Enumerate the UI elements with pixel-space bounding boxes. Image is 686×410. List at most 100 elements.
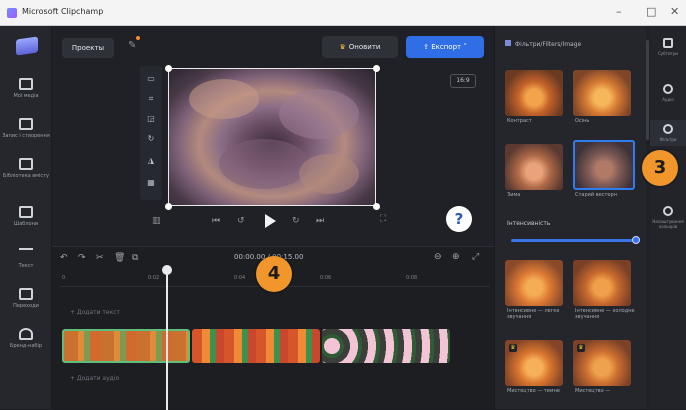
nav-text[interactable]: Текст [0,248,52,269]
aspect-ratio-button[interactable]: 16:9 [450,74,476,88]
audio-track-hint[interactable]: + Додати аудіо [70,375,119,382]
duplicate-icon[interactable]: ⧉ [132,253,138,263]
rb-filters[interactable]: Фільтри [650,120,686,146]
templates-icon [19,206,33,218]
filter-thumb-selected[interactable] [573,140,635,190]
filter-label: Мистецтво — [575,388,611,394]
resize-handle[interactable] [165,203,172,210]
panel-scrollbar[interactable] [646,40,649,140]
crown-icon: ♛ [339,43,346,51]
crop-icon[interactable]: ▭ [145,74,157,84]
rotate-icon[interactable]: ↻ [145,134,157,144]
intensity-label: Інтенсивність [507,220,551,227]
captions-icon [663,38,673,48]
filter-thumb[interactable] [505,70,563,116]
intensity-fill [511,239,637,242]
panel-header: Фільтри/Filters/Image [505,40,581,48]
ruler-label: 0:02 [148,275,160,281]
callout-marker-4: 4 [256,256,292,292]
chevron-down-icon: ˅ [461,43,467,51]
nav-content-library[interactable]: Бібліотека вмісту [0,158,52,179]
preview-detail [279,89,359,139]
help-button[interactable]: ? [446,206,472,232]
rewind-icon[interactable]: ↺ [237,216,245,226]
resize-handle[interactable] [165,65,172,72]
filter-thumb[interactable] [573,260,631,306]
library-icon [19,158,33,170]
playhead[interactable] [166,267,168,410]
ruler-label: 0:06 [320,275,332,281]
fit-timeline-icon[interactable]: ⤢ [472,252,479,262]
fullscreen-icon[interactable]: ⛶ [380,214,386,224]
pip-icon[interactable]: ◲ [145,114,157,124]
window-title: Microsoft Clipchamp [22,7,104,16]
filter-preview [505,70,563,116]
undo-icon[interactable]: ↶ [60,253,68,263]
filter-thumb[interactable] [505,144,563,190]
filter-thumb[interactable] [505,260,563,306]
split-icon[interactable]: ▥ [152,216,161,226]
minimize-button[interactable]: – [616,5,622,18]
app-icon [7,8,17,18]
video-clip[interactable] [62,329,190,363]
nav-record-create[interactable]: Запис і створення [0,118,52,139]
layout-icon[interactable]: ▦ [145,178,157,188]
video-clip[interactable] [192,329,320,363]
intensity-knob[interactable] [632,236,640,244]
rb-color-adjust[interactable]: Налаштування кольорів [650,206,686,229]
delete-icon[interactable]: 🗑 [114,253,125,263]
play-icon[interactable] [265,214,276,228]
clipchamp-logo-icon [16,36,38,56]
filter-label: Осінь [575,118,590,124]
filter-label: Інтенсивне — легке звучання [507,308,560,320]
video-preview[interactable] [168,68,376,206]
preview-tools: ▭ ⌗ ◲ ↻ ◮ ▦ [140,66,162,200]
filter-preview [505,144,563,190]
zoom-out-icon[interactable]: ⊖ [434,252,442,262]
nav-brand-kit[interactable]: Бренд-набір [0,328,52,349]
brand-kit-icon [19,328,33,340]
export-label: Експорт [431,43,462,51]
filters-icon [663,124,673,134]
zoom-in-icon[interactable]: ⊕ [452,252,460,262]
rb-captions[interactable]: Субтитри [650,38,686,56]
projects-button[interactable]: Проекты [62,38,114,58]
rb-audio[interactable]: Аудіо [650,84,686,102]
video-track [62,329,492,363]
upgrade-label: Оновити [348,43,381,51]
scissors-icon[interactable]: ✂ [96,253,104,263]
redo-icon[interactable]: ↷ [78,253,86,263]
nav-templates[interactable]: Шаблони [0,206,52,227]
rb-label: Субтитри [657,51,679,56]
skip-back-icon[interactable]: ⏮ [212,216,220,226]
ruler-label: 0:04 [234,275,246,281]
nav-my-media[interactable]: Мої медіа [0,78,52,99]
text-track-hint[interactable]: + Додати текст [70,309,120,316]
right-sidebar: Субтитри Аудіо Фільтри Налаштування коль… [650,26,686,409]
resize-handle[interactable] [373,65,380,72]
filter-thumb[interactable] [573,70,631,116]
fit-icon[interactable]: ⌗ [145,94,157,104]
intensity-slider[interactable] [511,236,640,244]
skip-forward-icon[interactable]: ⏭ [316,216,324,226]
callout-marker-3: 3 [642,150,678,186]
video-clip[interactable] [322,329,450,363]
export-button[interactable]: ⇪ Експорт ˅ [406,36,484,58]
filter-label: Інтенсивне — холодне звучання [575,308,635,320]
rb-label: Налаштування кольорів [652,219,684,229]
nav-label: Шаблони [13,221,39,227]
upgrade-button[interactable]: ♛ Оновити [322,36,398,58]
nav-transitions[interactable]: Переходи [0,288,52,309]
filter-label: Старий вестерн [575,192,617,198]
text-icon [19,248,33,260]
preview-detail [219,139,309,189]
preview-detail [299,154,359,194]
maximize-button[interactable]: □ [646,5,656,18]
ruler-label: 0 [62,275,66,281]
resize-handle[interactable] [373,203,380,210]
forward-icon[interactable]: ↻ [292,216,300,226]
left-sidebar: Мої медіа Запис і створення Бібліотека в… [0,26,52,409]
flip-icon[interactable]: ◮ [145,156,157,166]
close-button[interactable]: ✕ [670,5,679,18]
rename-pen-icon[interactable]: ✎ [128,40,136,51]
